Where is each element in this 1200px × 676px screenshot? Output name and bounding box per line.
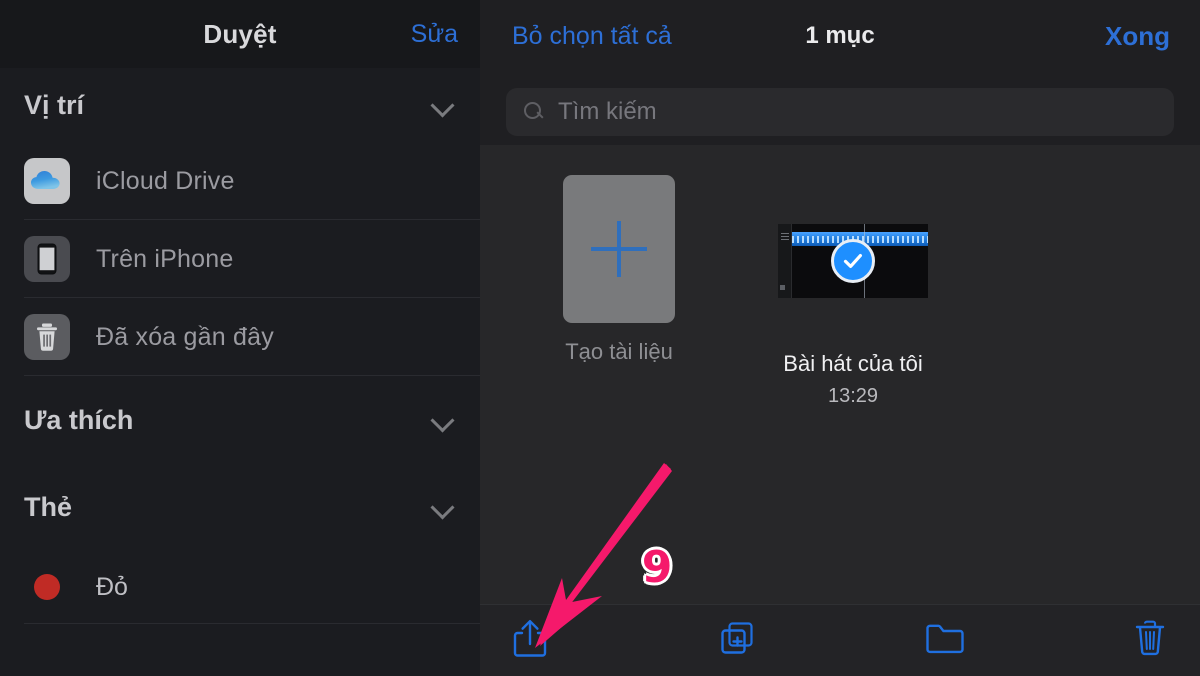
trash-icon: [1133, 618, 1167, 663]
duplicate-icon: [718, 619, 756, 662]
file-thumbnail[interactable]: [778, 185, 928, 337]
folder-icon: [925, 621, 965, 660]
bottom-toolbar: [480, 604, 1200, 676]
new-document-card[interactable]: [563, 175, 675, 323]
sidebar-edit-button[interactable]: Sửa: [411, 20, 458, 49]
files-app-window: Duyệt Sửa Vị trí iCloud Drive Trên iPhon…: [0, 0, 1200, 676]
audio-waveform-thumbnail: [778, 224, 928, 298]
new-document-thumbnail[interactable]: [544, 173, 694, 325]
new-document-tile[interactable]: Tạo tài liệu: [544, 173, 694, 408]
delete-button[interactable]: [1122, 615, 1178, 667]
iphone-icon: [24, 236, 70, 282]
sidebar-item-recently-deleted-label: Đã xóa gần đây: [96, 322, 274, 351]
sidebar-divider: [24, 375, 480, 376]
selected-count-label: 1 mục: [805, 22, 875, 49]
sidebar-title: Duyệt: [203, 18, 277, 49]
file-name-label: Bài hát của tôi: [783, 351, 923, 376]
sidebar-item-icloud-drive[interactable]: iCloud Drive: [0, 142, 480, 220]
sidebar-divider: [24, 623, 480, 624]
sidebar-item-on-iphone[interactable]: Trên iPhone: [0, 220, 480, 298]
sidebar-section-tags[interactable]: Thẻ: [0, 464, 480, 550]
chevron-down-icon[interactable]: [432, 496, 454, 518]
sidebar-section-locations-label: Vị trí: [24, 89, 85, 120]
main-header: Bỏ chọn tất cả 1 mục Xong Tìm kiếm: [480, 0, 1200, 145]
file-grid: Tạo tài liệu Bài hát của tôi 13:29: [480, 145, 1200, 604]
chevron-down-icon[interactable]: [432, 94, 454, 116]
main-content: Bỏ chọn tất cả 1 mục Xong Tìm kiếm Tạo t…: [480, 0, 1200, 676]
icloud-drive-icon: [24, 158, 70, 204]
search-placeholder: Tìm kiếm: [558, 98, 657, 125]
tag-dot-icon: [34, 574, 60, 600]
trash-icon: [24, 314, 70, 360]
share-icon: [513, 618, 547, 663]
audio-rail-marker-icon: [780, 285, 785, 290]
sidebar-section-locations[interactable]: Vị trí: [0, 68, 480, 142]
sidebar-header: Duyệt Sửa: [0, 0, 480, 68]
search-icon: [524, 102, 544, 122]
file-tile-selected[interactable]: Bài hát của tôi 13:29: [778, 173, 928, 408]
check-circle-icon[interactable]: [831, 239, 875, 283]
sidebar-section-tags-label: Thẻ: [24, 491, 73, 522]
sidebar-section-favorites-label: Ưa thích: [24, 404, 134, 435]
sidebar-item-recently-deleted[interactable]: Đã xóa gần đây: [0, 298, 480, 376]
sidebar-tag-red[interactable]: Đỏ: [0, 550, 480, 624]
duplicate-button[interactable]: [709, 615, 765, 667]
move-to-folder-button[interactable]: [917, 615, 973, 667]
plus-icon: [591, 221, 647, 277]
share-button[interactable]: [502, 615, 558, 667]
search-input[interactable]: Tìm kiếm: [506, 88, 1174, 136]
chevron-down-icon[interactable]: [432, 409, 454, 431]
main-navbar: Bỏ chọn tất cả 1 mục Xong: [480, 0, 1200, 72]
sidebar-item-on-iphone-label: Trên iPhone: [96, 244, 234, 273]
file-time-label: 13:29: [827, 385, 879, 408]
sidebar: Duyệt Sửa Vị trí iCloud Drive Trên iPhon…: [0, 0, 480, 676]
sidebar-section-favorites[interactable]: Ưa thích: [0, 376, 480, 464]
sidebar-item-icloud-drive-label: iCloud Drive: [96, 166, 235, 195]
audio-rail-controls-icon: [781, 233, 789, 242]
sidebar-tag-red-label: Đỏ: [96, 572, 128, 601]
done-button[interactable]: Xong: [1105, 21, 1170, 52]
new-document-label: Tạo tài liệu: [565, 339, 673, 364]
